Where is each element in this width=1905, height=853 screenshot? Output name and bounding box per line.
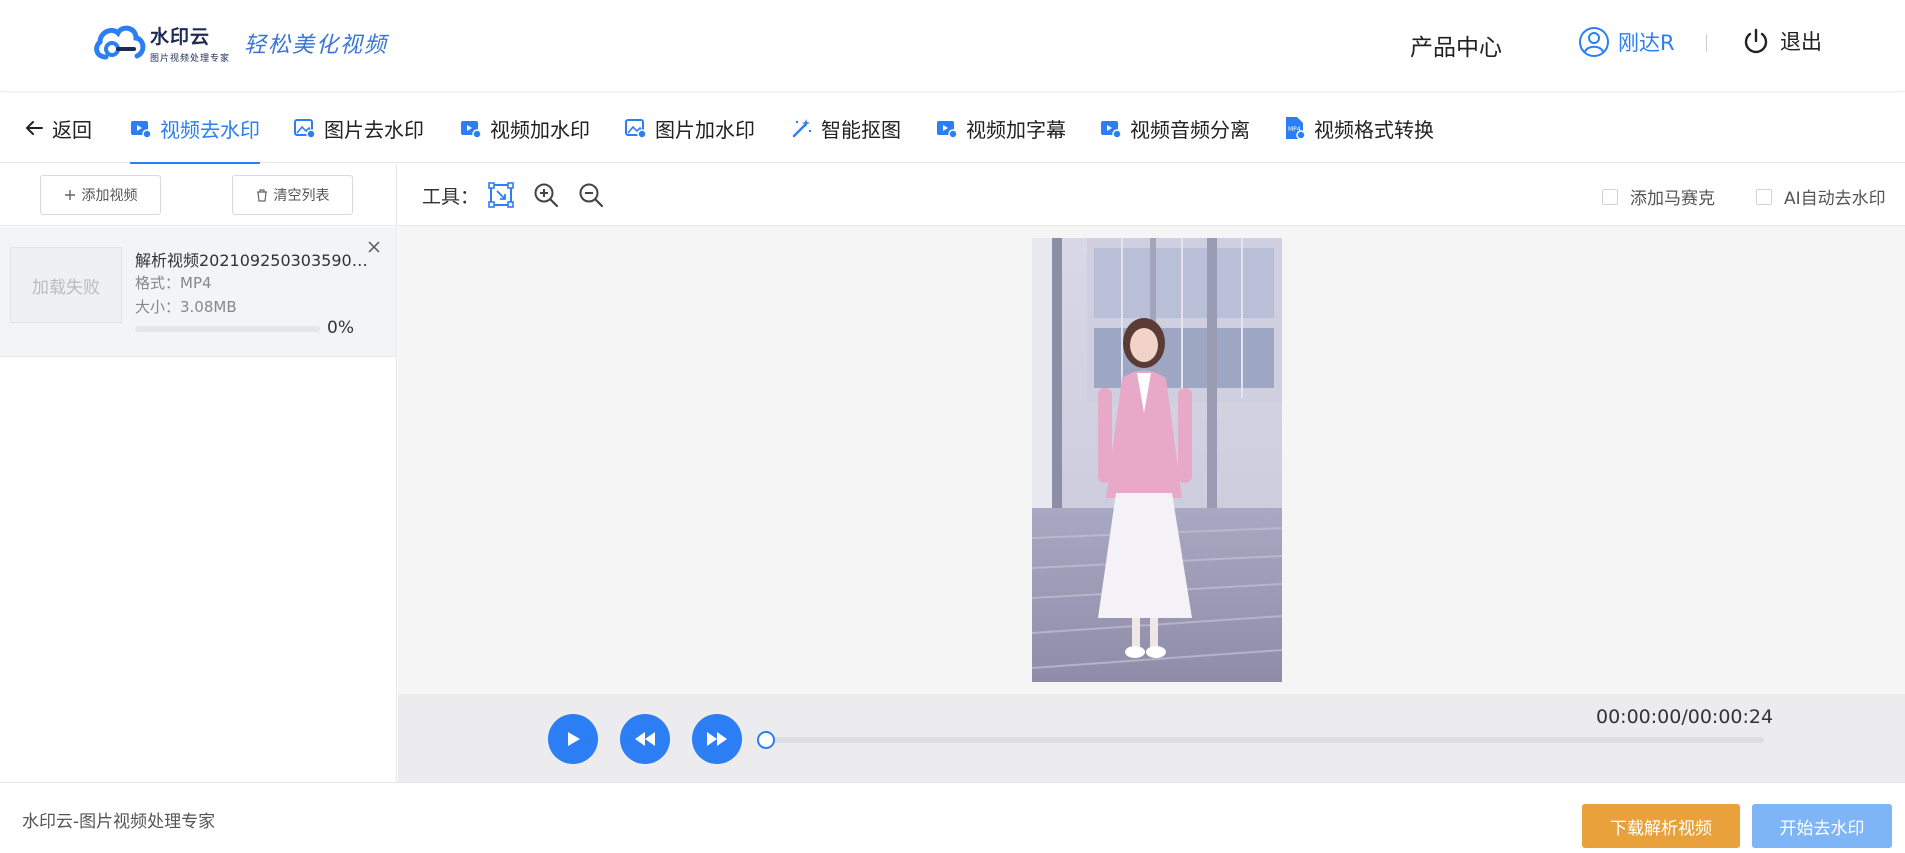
file-size: 大小：3.08MB bbox=[135, 298, 237, 316]
user-icon bbox=[1579, 27, 1609, 57]
magic-wand-icon bbox=[791, 117, 813, 139]
play-button[interactable] bbox=[548, 714, 598, 764]
fast-forward-icon bbox=[707, 732, 727, 746]
thumbnail-status: 加载失败 bbox=[32, 277, 100, 298]
file-thumbnail: 加载失败 bbox=[10, 247, 122, 323]
file-name: 解析视频20210925030359003... bbox=[135, 251, 375, 270]
file-progress-bar bbox=[135, 326, 320, 332]
remove-file-close-icon[interactable] bbox=[366, 239, 382, 255]
file-list-item[interactable]: 加载失败 解析视频20210925030359003... 格式：MP4 大小：… bbox=[0, 227, 396, 357]
player-controls: 00:00:00/00:00:24 bbox=[398, 694, 1905, 782]
image-icon bbox=[294, 117, 316, 139]
time-readout: 00:00:00/00:00:24 bbox=[1596, 706, 1774, 728]
clear-list-button[interactable]: 清空列表 bbox=[232, 175, 353, 215]
start-remove-watermark-button[interactable]: 开始去水印 bbox=[1752, 804, 1892, 848]
trash-icon bbox=[256, 188, 268, 202]
back-button[interactable]: 返回 bbox=[24, 93, 92, 163]
video-icon bbox=[130, 117, 152, 139]
rewind-icon bbox=[635, 732, 655, 746]
fast-forward-button[interactable] bbox=[692, 714, 742, 764]
tab-video-audio-separation[interactable]: 视频音频分离 bbox=[1100, 93, 1250, 163]
user-menu[interactable]: 刚达R bbox=[1578, 26, 1675, 58]
app-header: 水印云 图片视频处理专家 轻松美化视频 产品中心 刚达R 退出 bbox=[0, 0, 1905, 92]
timeline-track[interactable] bbox=[764, 737, 1764, 743]
ai-auto-remove-label: AI自动去水印 bbox=[1784, 189, 1886, 209]
footer-bar: 水印云-图片视频处理专家 下载解析视频 开始去水印 bbox=[0, 782, 1905, 853]
power-icon bbox=[1744, 28, 1768, 54]
ai-auto-remove-checkbox[interactable]: AI自动去水印 bbox=[1756, 184, 1886, 209]
product-center-link[interactable]: 产品中心 bbox=[1410, 28, 1502, 62]
plus-icon bbox=[64, 189, 76, 201]
add-video-button[interactable]: 添加视频 bbox=[40, 175, 161, 215]
video-frame-image bbox=[1032, 238, 1282, 682]
footer-brand-text: 水印云-图片视频处理专家 bbox=[22, 812, 216, 832]
tab-smart-cutout[interactable]: 智能抠图 bbox=[791, 93, 901, 163]
tab-video-subtitle[interactable]: 视频加字幕 bbox=[936, 93, 1066, 163]
download-parsed-video-button[interactable]: 下载解析视频 bbox=[1582, 804, 1740, 848]
cloud-logo-icon bbox=[94, 25, 146, 60]
logout-label: 退出 bbox=[1780, 30, 1822, 54]
logo[interactable]: 水印云 图片视频处理专家 轻松美化视频 bbox=[90, 18, 388, 68]
header-divider bbox=[1706, 34, 1707, 52]
add-mosaic-checkbox[interactable]: 添加马赛克 bbox=[1602, 184, 1715, 209]
arrow-left-icon bbox=[24, 118, 44, 138]
play-icon bbox=[568, 732, 580, 746]
select-region-icon bbox=[488, 182, 514, 208]
select-region-button[interactable] bbox=[486, 180, 516, 210]
file-format: 格式：MP4 bbox=[135, 274, 212, 292]
add-mosaic-label: 添加马赛克 bbox=[1630, 189, 1715, 209]
user-name: 刚达R bbox=[1618, 31, 1675, 55]
logo-name: 水印云 bbox=[150, 26, 211, 48]
video-audio-icon bbox=[1100, 117, 1122, 139]
timeline-knob[interactable] bbox=[757, 731, 775, 749]
video-add-icon bbox=[460, 117, 482, 139]
tab-image-add-watermark[interactable]: 图片加水印 bbox=[625, 93, 755, 163]
rewind-button[interactable] bbox=[620, 714, 670, 764]
file-progress-text: 0% bbox=[327, 318, 354, 338]
zoom-out-button[interactable] bbox=[576, 180, 606, 210]
editor-main: 工具： 添加马赛克 AI自动去水印 00:00:00/00:00:24 bbox=[398, 164, 1905, 782]
feature-tab-bar: 返回 视频去水印 图片去水印 视频加水印 图片加水印 智能抠图 视频加字幕 视频… bbox=[0, 93, 1905, 164]
tab-video-add-watermark[interactable]: 视频加水印 bbox=[460, 93, 590, 163]
tools-bar: 工具： 添加马赛克 AI自动去水印 bbox=[398, 164, 1905, 226]
zoom-in-button[interactable] bbox=[531, 180, 561, 210]
logout-button[interactable]: 退出 bbox=[1742, 26, 1822, 56]
logo-subtitle: 图片视频处理专家 bbox=[150, 54, 231, 64]
image-add-icon bbox=[625, 117, 647, 139]
tab-video-remove-watermark[interactable]: 视频去水印 bbox=[130, 93, 260, 164]
back-label: 返回 bbox=[52, 117, 92, 142]
tab-image-remove-watermark[interactable]: 图片去水印 bbox=[294, 93, 424, 163]
mp4-file-icon: MP4 bbox=[1284, 116, 1306, 140]
zoom-out-icon bbox=[579, 183, 604, 208]
video-subtitle-icon bbox=[936, 117, 958, 139]
logo-slogan: 轻松美化视频 bbox=[244, 33, 389, 58]
tab-video-format-convert[interactable]: MP4 视频格式转换 bbox=[1284, 93, 1434, 163]
video-preview[interactable] bbox=[1032, 238, 1282, 682]
tools-label: 工具： bbox=[422, 186, 480, 208]
file-list-toolbar: 添加视频 清空列表 bbox=[0, 164, 396, 226]
file-list-panel: 添加视频 清空列表 加载失败 解析视频20210925030359003... … bbox=[0, 164, 397, 782]
zoom-in-icon bbox=[534, 183, 559, 208]
